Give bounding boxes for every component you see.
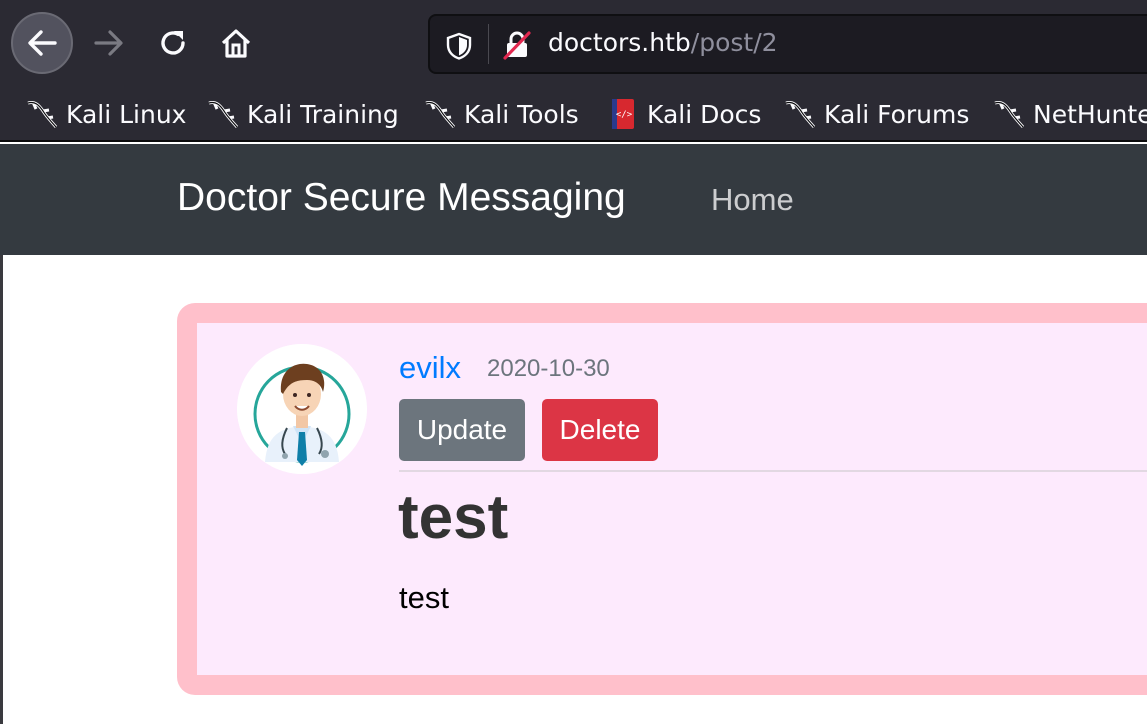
bookmark-kali-training[interactable]: Kali Training <box>205 96 399 132</box>
url-bar[interactable]: doctors.htb/post/2 <box>428 14 1147 74</box>
bookmark-kali-linux[interactable]: Kali Linux <box>24 96 186 132</box>
site-navbar: Doctor Secure Messaging Home <box>0 144 1147 255</box>
bookmark-kali-tools[interactable]: Kali Tools <box>422 96 579 132</box>
doctor-avatar-icon <box>237 344 367 474</box>
forward-arrow-icon <box>94 30 123 56</box>
post-title: test <box>398 483 509 552</box>
forward-button[interactable] <box>78 12 140 74</box>
post-date: 2020-10-30 <box>487 355 610 382</box>
url-path: /post/2 <box>690 28 778 57</box>
back-button[interactable] <box>11 12 73 74</box>
kali-dragon-icon <box>782 96 818 132</box>
svg-text:</>: </> <box>616 110 633 120</box>
kali-dragon-icon <box>422 96 458 132</box>
home-button[interactable] <box>205 12 267 74</box>
kali-dragon-icon <box>205 96 241 132</box>
kali-dragon-icon <box>24 96 60 132</box>
bookmark-kali-docs[interactable]: </> Kali Docs <box>605 96 761 132</box>
insecure-lock-icon[interactable] <box>502 30 532 60</box>
bookmark-label: Kali Tools <box>464 99 579 129</box>
bookmark-label: Kali Docs <box>647 99 762 129</box>
browser-toolbar: doctors.htb/post/2 <box>0 0 1147 86</box>
home-icon <box>221 29 251 58</box>
bookmark-label: NetHunter <box>1033 99 1147 129</box>
update-button[interactable]: Update <box>399 399 525 461</box>
bookmark-kali-forums[interactable]: Kali Forums <box>782 96 969 132</box>
site-brand-link[interactable]: Doctor Secure Messaging <box>177 176 626 220</box>
nav-home-link[interactable]: Home <box>711 182 794 218</box>
delete-button[interactable]: Delete <box>542 399 658 461</box>
tracking-shield-icon[interactable] <box>446 32 472 60</box>
post-author-link[interactable]: evilx <box>399 350 461 386</box>
url-separator <box>488 24 489 64</box>
back-arrow-icon <box>28 30 57 56</box>
kali-dragon-icon <box>991 96 1027 132</box>
post-content: test <box>399 580 449 615</box>
bookmark-nethunter[interactable]: NetHunter <box>991 96 1147 132</box>
reload-icon <box>161 31 185 55</box>
bookmark-label: Kali Training <box>247 99 399 129</box>
bookmark-label: Kali Linux <box>66 99 187 129</box>
bookmark-label: Kali Forums <box>824 99 970 129</box>
url-host: doctors.htb <box>548 28 691 57</box>
post-divider <box>399 470 1147 472</box>
kali-docs-icon: </> <box>605 96 641 132</box>
reload-button[interactable] <box>142 12 204 74</box>
window-edge <box>0 255 3 724</box>
url-text[interactable]: doctors.htb/post/2 <box>548 28 778 57</box>
bookmarks-toolbar: Kali Linux Kali Training Kali Tools </> … <box>0 86 1147 142</box>
